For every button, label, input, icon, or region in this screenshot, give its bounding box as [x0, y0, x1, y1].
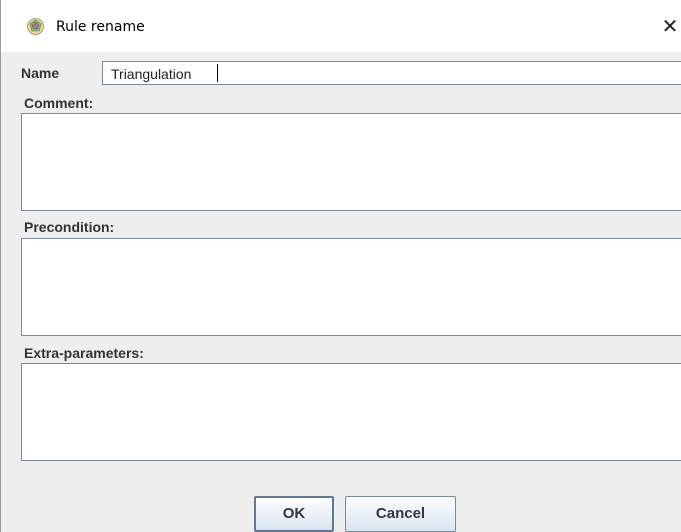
app-logo-icon [27, 18, 44, 35]
extra-parameters-label: Extra-parameters: [24, 345, 144, 361]
precondition-label: Precondition: [24, 219, 115, 235]
precondition-textarea[interactable] [21, 238, 681, 336]
comment-label: Comment: [24, 95, 94, 111]
name-label: Name [21, 65, 60, 81]
name-input[interactable] [102, 61, 681, 85]
rule-rename-dialog: Rule rename ✕ Name Comment: Precondition… [0, 0, 681, 532]
text-caret [217, 64, 218, 82]
close-button[interactable]: ✕ [658, 14, 681, 38]
close-icon: ✕ [661, 14, 679, 38]
comment-textarea[interactable] [21, 113, 681, 211]
window-title: Rule rename [56, 19, 145, 35]
cancel-button[interactable]: Cancel [345, 496, 456, 532]
title-bar: Rule rename ✕ [1, 0, 681, 52]
ok-button[interactable]: OK [254, 496, 334, 532]
extra-parameters-textarea[interactable] [21, 363, 681, 461]
